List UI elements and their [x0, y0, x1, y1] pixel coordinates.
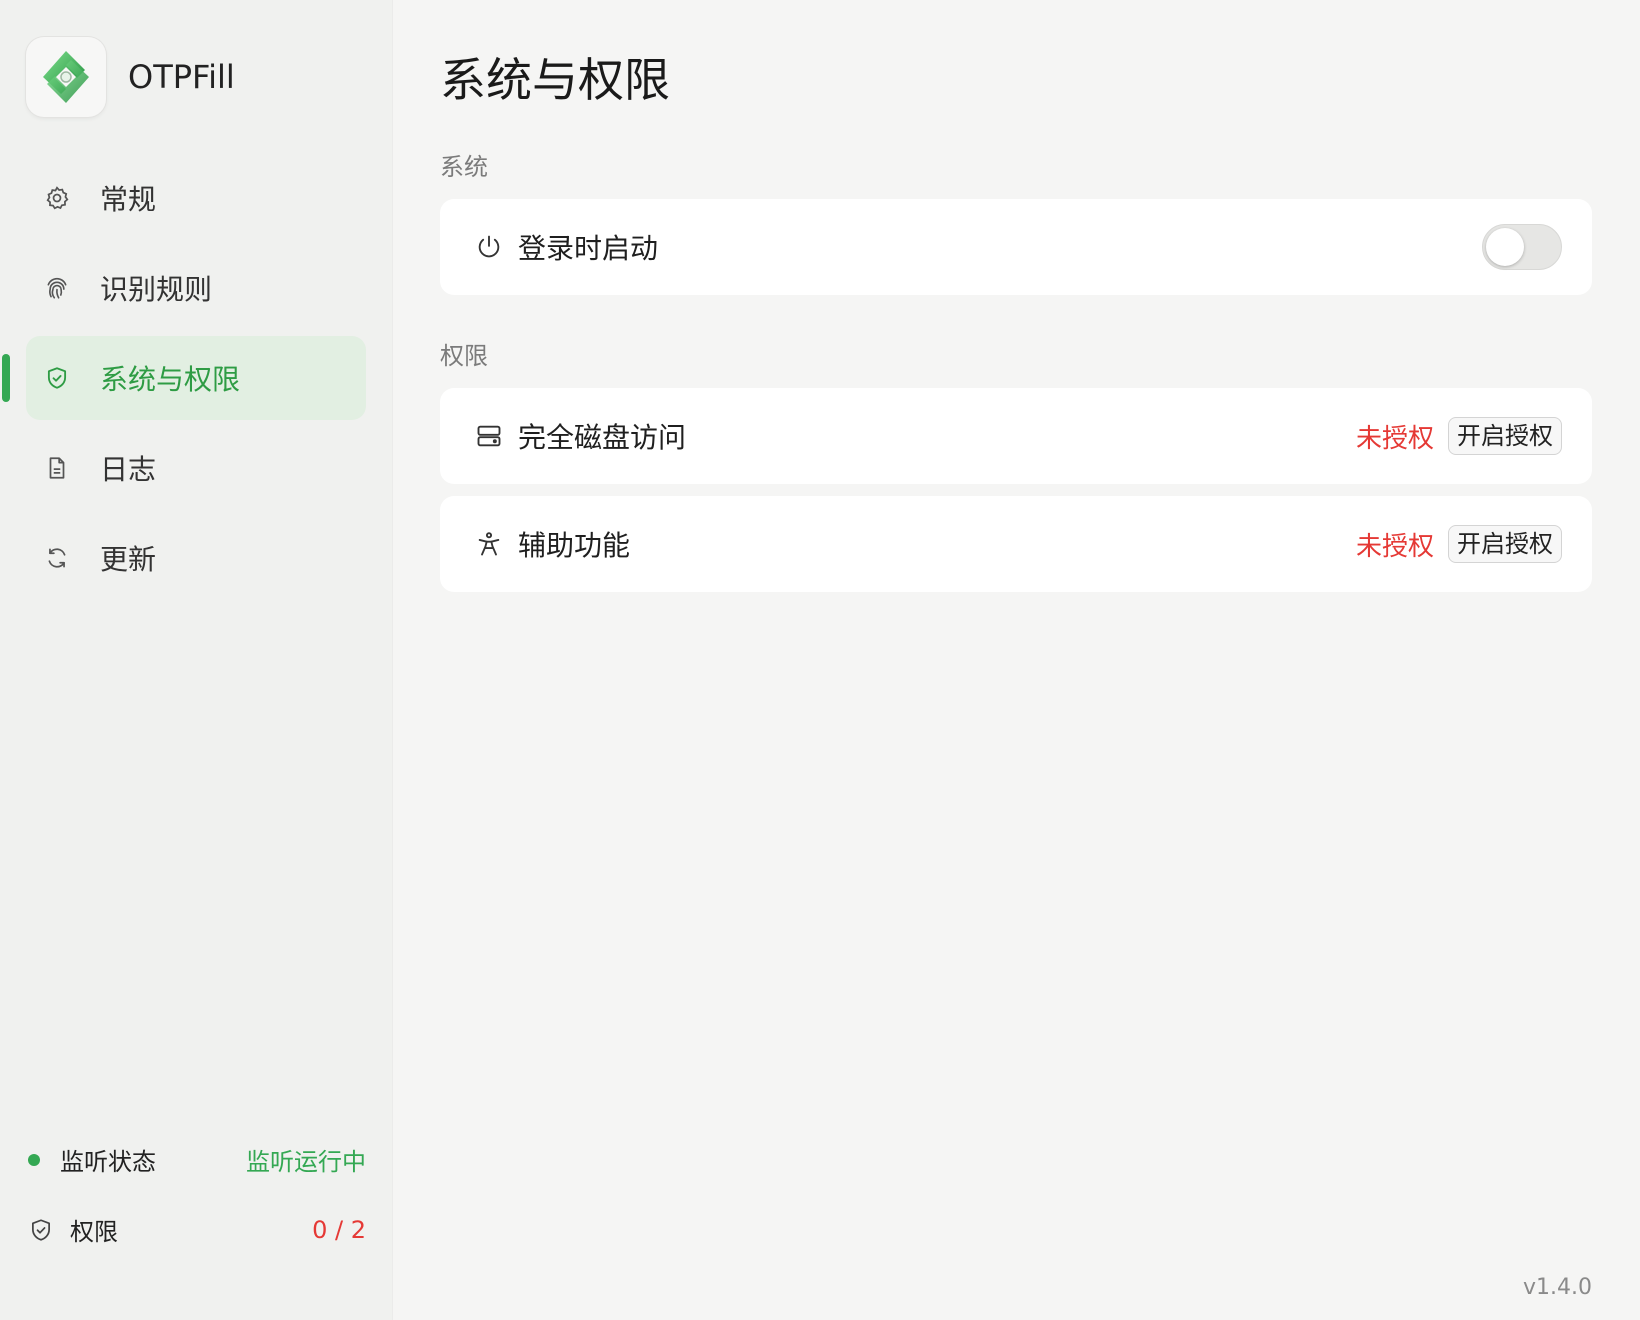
sidebar-item-label: 日志	[100, 453, 157, 486]
permission-status-label: 权限	[70, 1218, 118, 1246]
status-badge: 未授权	[1355, 423, 1434, 454]
section-label-permissions: 权限	[440, 342, 488, 370]
app-name: OTPFill	[128, 58, 235, 96]
sidebar-item-general[interactable]: 常规	[26, 156, 366, 240]
toggle-knob	[1486, 228, 1524, 266]
app-brand: OTPFill	[26, 37, 235, 117]
sidebar-item-logs[interactable]: 日志	[26, 426, 366, 510]
permission-count: 0 / 2	[312, 1215, 366, 1244]
accessibility-card: 辅助功能 未授权 开启授权	[440, 496, 1592, 592]
sidebar-item-label: 系统与权限	[100, 363, 241, 396]
section-label-system: 系统	[440, 153, 488, 181]
gear-icon	[44, 185, 70, 211]
refresh-icon	[44, 545, 70, 571]
app-logo	[26, 37, 106, 117]
listen-status-row: 监听状态 监听运行中	[28, 1142, 366, 1177]
sidebar-item-system-permissions[interactable]: 系统与权限	[2, 336, 366, 420]
listen-status-value: 监听运行中	[246, 1148, 366, 1176]
power-icon	[474, 232, 504, 262]
version-label: v1.4.0	[1523, 1275, 1592, 1300]
shield-check-icon	[28, 1217, 54, 1243]
sidebar-item-label: 常规	[100, 183, 157, 216]
sidebar-item-label: 识别规则	[100, 273, 213, 306]
grant-accessibility-button[interactable]: 开启授权	[1448, 525, 1562, 563]
accessibility-label: 辅助功能	[518, 529, 631, 562]
launch-at-login-toggle[interactable]	[1482, 224, 1562, 270]
sidebar: OTPFill 常规 识别规则 系统与权限 日志 更新 监听状态 监听运行中 权…	[0, 0, 393, 1320]
sidebar-item-label: 更新	[100, 543, 157, 576]
sidebar-item-updates[interactable]: 更新	[26, 516, 366, 600]
sidebar-nav: 常规 识别规则 系统与权限 日志 更新	[2, 156, 366, 606]
drive-icon	[474, 421, 504, 451]
sidebar-item-rules[interactable]: 识别规则	[26, 246, 366, 330]
launch-at-login-controls	[1482, 224, 1562, 270]
accessibility-icon	[474, 529, 504, 559]
accessibility-controls: 未授权 开启授权	[1356, 525, 1562, 563]
document-icon	[44, 455, 70, 481]
fingerprint-icon	[44, 275, 70, 301]
launch-at-login-card: 登录时启动	[440, 199, 1592, 295]
status-dot	[28, 1153, 40, 1166]
listen-status-label: 监听状态	[60, 1148, 156, 1176]
full-disk-access-card: 完全磁盘访问 未授权 开启授权	[440, 388, 1592, 484]
full-disk-access-controls: 未授权 开启授权	[1356, 417, 1562, 455]
status-badge: 未授权	[1355, 531, 1434, 562]
launch-at-login-label: 登录时启动	[518, 232, 659, 265]
page-title: 系统与权限	[440, 53, 670, 107]
grant-full-disk-access-button[interactable]: 开启授权	[1448, 417, 1562, 455]
shield-check-icon	[44, 365, 70, 391]
permission-status-row: 权限 0 / 2	[28, 1212, 366, 1247]
full-disk-access-label: 完全磁盘访问	[518, 421, 687, 454]
